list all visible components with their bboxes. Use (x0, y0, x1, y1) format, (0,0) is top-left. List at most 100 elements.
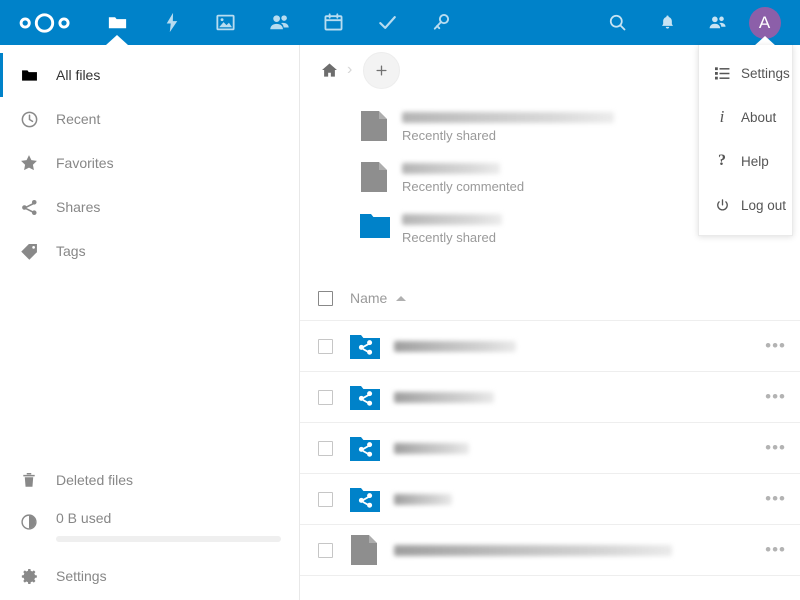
row-actions-menu[interactable]: ••• (765, 439, 786, 456)
checkmark-icon (378, 16, 396, 29)
table-row[interactable]: ••• (300, 423, 800, 474)
plus-icon (376, 64, 387, 76)
breadcrumb-home[interactable] (313, 54, 345, 86)
file-icon (360, 109, 392, 147)
row-checkbox[interactable] (317, 338, 333, 354)
contacts-icon (709, 16, 726, 29)
row-actions-menu[interactable]: ••• (765, 388, 786, 405)
star-icon (13, 147, 45, 179)
menu-item-logout[interactable]: Log out (699, 183, 792, 227)
app-item-photos[interactable] (198, 0, 252, 45)
row-select-cell[interactable] (300, 542, 350, 558)
select-all-checkbox[interactable] (317, 290, 333, 306)
sidebar-item-recent[interactable]: Recent (0, 97, 299, 141)
recent-item-filename-redacted (402, 214, 502, 225)
recent-item-texts: Recently shared (402, 211, 502, 245)
shared-folder-icon (350, 333, 382, 359)
app-item-tasks[interactable] (360, 0, 414, 45)
table-row[interactable]: ••• (300, 321, 800, 372)
app-item-passwords[interactable] (414, 0, 468, 45)
header-right-actions: A (592, 0, 800, 46)
shared-folder-icon (350, 486, 382, 512)
app-item-files[interactable] (90, 0, 144, 45)
row-select-cell[interactable] (300, 491, 350, 507)
menu-item-help[interactable]: ? Help (699, 139, 792, 183)
clock-icon (13, 103, 45, 135)
file-name-redacted (394, 391, 494, 403)
nextcloud-files-app: A Settings i About ? Help Log out All fi… (0, 0, 800, 600)
app-item-activity[interactable] (144, 0, 198, 45)
row-actions-menu[interactable]: ••• (765, 337, 786, 354)
recent-item-filename-redacted (402, 163, 500, 174)
row-checkbox[interactable] (317, 389, 333, 405)
recent-item-texts: Recently commented (402, 160, 524, 194)
new-file-button[interactable] (363, 51, 401, 89)
quota-progress-bar (56, 536, 281, 542)
menu-item-label: Settings (741, 65, 790, 81)
sidebar-item-settings[interactable]: Settings (0, 554, 299, 598)
user-avatar-button[interactable]: A (742, 0, 787, 46)
sidebar-item-label: Recent (56, 111, 101, 127)
row-checkbox[interactable] (317, 491, 333, 507)
shared-folder-icon (350, 435, 382, 461)
sidebar-item-shares[interactable]: Shares (0, 185, 299, 229)
row-checkbox[interactable] (317, 542, 333, 558)
sidebar-item-all-files[interactable]: All files (0, 53, 299, 97)
file-icon (361, 162, 387, 192)
nextcloud-logo[interactable] (0, 0, 90, 45)
pie-chart-icon (13, 506, 45, 538)
row-select-cell[interactable] (300, 440, 350, 456)
sidebar-item-label: Tags (56, 243, 86, 259)
shared-folder-icon (350, 488, 380, 512)
sidebar-item-deleted-files[interactable]: Deleted files (0, 458, 299, 502)
shared-folder-icon (350, 384, 382, 410)
lightning-icon (166, 12, 177, 33)
file-name-redacted (394, 493, 452, 505)
bell-icon (661, 15, 673, 29)
table-row[interactable]: ••• (300, 525, 800, 576)
app-navigation (90, 0, 468, 45)
sort-ascending-icon (396, 295, 407, 301)
contacts-menu-button[interactable] (692, 0, 742, 45)
row-select-cell[interactable] (300, 338, 350, 354)
list-settings-icon (709, 66, 735, 81)
notifications-button[interactable] (642, 0, 692, 45)
home-icon (321, 63, 337, 77)
recent-item-texts: Recently shared (402, 109, 614, 143)
breadcrumb-separator: › (347, 61, 353, 78)
sidebar-item-quota[interactable]: 0 B used (0, 502, 299, 554)
row-checkbox[interactable] (317, 440, 333, 456)
app-item-calendar[interactable] (306, 0, 360, 45)
row-actions-menu[interactable]: ••• (765, 541, 786, 558)
search-button[interactable] (592, 0, 642, 45)
key-icon (433, 13, 449, 30)
trash-icon (13, 464, 45, 496)
sidebar-item-label: All files (56, 67, 101, 83)
folder-icon (360, 211, 392, 243)
column-header-name[interactable]: Name (350, 290, 407, 306)
app-item-contacts[interactable] (252, 0, 306, 45)
row-select-cell[interactable] (300, 389, 350, 405)
top-header-bar: A (0, 0, 800, 46)
menu-item-about[interactable]: i About (699, 95, 792, 139)
column-header-label: Name (350, 290, 388, 306)
select-all-cell[interactable] (300, 290, 350, 306)
sidebar-item-label: Shares (56, 199, 101, 215)
calendar-icon (324, 13, 342, 31)
sidebar-item-tags[interactable]: Tags (0, 229, 299, 273)
row-actions-menu[interactable]: ••• (765, 490, 786, 507)
shared-folder-icon (350, 386, 380, 410)
table-row[interactable]: ••• (300, 372, 800, 423)
search-icon (609, 14, 625, 31)
recent-item-subtitle: Recently commented (402, 179, 525, 194)
sidebar-item-favorites[interactable]: Favorites (0, 141, 299, 185)
file-name-redacted (394, 442, 469, 454)
power-icon (709, 198, 735, 213)
table-row[interactable]: ••• (300, 474, 800, 525)
menu-item-label: Help (741, 153, 769, 169)
folder-icon (13, 59, 45, 91)
recent-item-subtitle: Recently shared (402, 230, 496, 245)
recent-item-filename-redacted (402, 112, 614, 123)
menu-item-settings[interactable]: Settings (699, 51, 792, 95)
file-icon (360, 160, 392, 198)
